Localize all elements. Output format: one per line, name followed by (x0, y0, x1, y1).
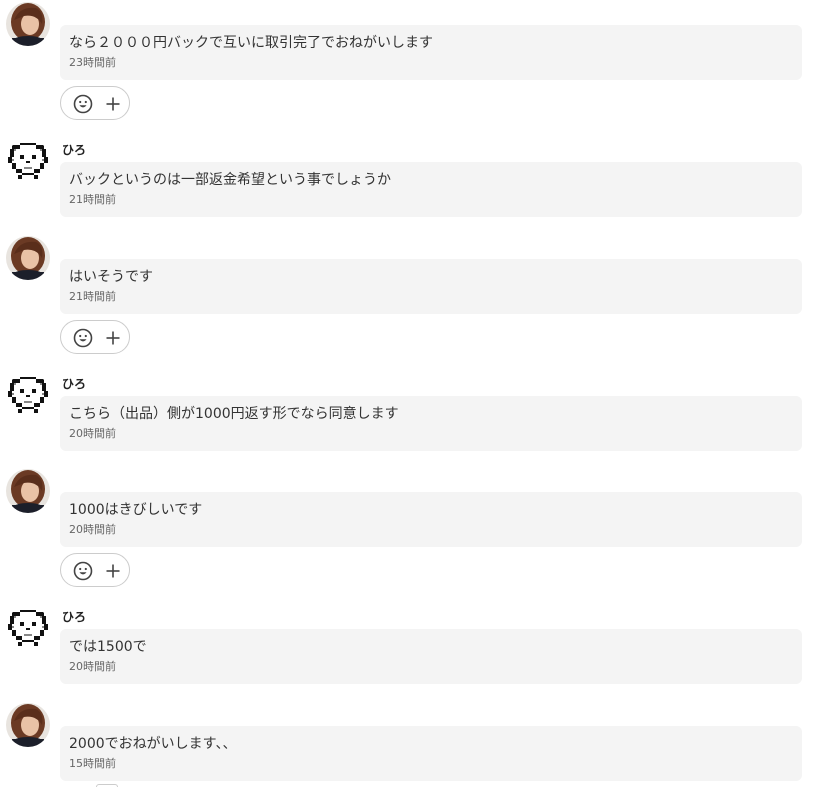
message-timestamp: 20時間前 (69, 427, 116, 440)
other-user-avatar[interactable] (6, 139, 50, 183)
reaction-button[interactable] (60, 553, 130, 587)
message-text: では1500で (69, 639, 147, 655)
message-text: 1000はきびしいです (69, 502, 203, 518)
sender-name: ひろ (62, 610, 87, 624)
self-user-avatar[interactable] (6, 703, 50, 747)
self-user-avatar[interactable] (6, 469, 50, 513)
plus-icon[interactable] (103, 94, 123, 114)
message-text: はいそうです (69, 269, 153, 285)
message-timestamp: 20時間前 (69, 523, 116, 536)
message-timestamp: 15時間前 (69, 757, 116, 770)
message-text: こちら（出品）側が1000円返す形でなら同意します (69, 406, 399, 422)
message-bubble: バックというのは一部返金希望という事でしょうか 21時間前 (60, 162, 802, 217)
message-bubble: なら２０００円バックで互いに取引完了でおねがいします 23時間前 (60, 25, 802, 80)
message-timestamp: 20時間前 (69, 660, 116, 673)
message-text: バックというのは一部返金希望という事でしょうか (69, 172, 391, 188)
message-bubble: はいそうです 21時間前 (60, 259, 802, 314)
plus-icon[interactable] (103, 328, 123, 348)
smiley-face-icon[interactable] (73, 328, 93, 348)
message-thread: なら２０００円バックで互いに取引完了でおねがいします 23時間前 ひろ バックというの… (0, 0, 813, 787)
reaction-button[interactable] (60, 86, 130, 120)
reaction-button[interactable] (60, 320, 130, 354)
smiley-face-icon[interactable] (73, 561, 93, 581)
message-text: 2000でおねがいします、、 (69, 736, 237, 752)
message-timestamp: 21時間前 (69, 193, 116, 206)
message-text: なら２０００円バックで互いに取引完了でおねがいします (69, 35, 433, 51)
self-user-avatar[interactable] (6, 2, 50, 46)
other-user-avatar[interactable] (6, 373, 50, 417)
message-bubble: こちら（出品）側が1000円返す形でなら同意します 20時間前 (60, 396, 802, 451)
message-bubble: 2000でおねがいします、、 15時間前 (60, 726, 802, 781)
sender-name: ひろ (62, 377, 87, 391)
other-user-avatar[interactable] (6, 606, 50, 650)
plus-icon[interactable] (103, 561, 123, 581)
self-user-avatar[interactable] (6, 236, 50, 280)
message-timestamp: 23時間前 (69, 56, 116, 69)
message-timestamp: 21時間前 (69, 290, 116, 303)
message-bubble: では1500で 20時間前 (60, 629, 802, 684)
smiley-face-icon[interactable] (73, 94, 93, 114)
sender-name: ひろ (62, 143, 87, 157)
message-bubble: 1000はきびしいです 20時間前 (60, 492, 802, 547)
